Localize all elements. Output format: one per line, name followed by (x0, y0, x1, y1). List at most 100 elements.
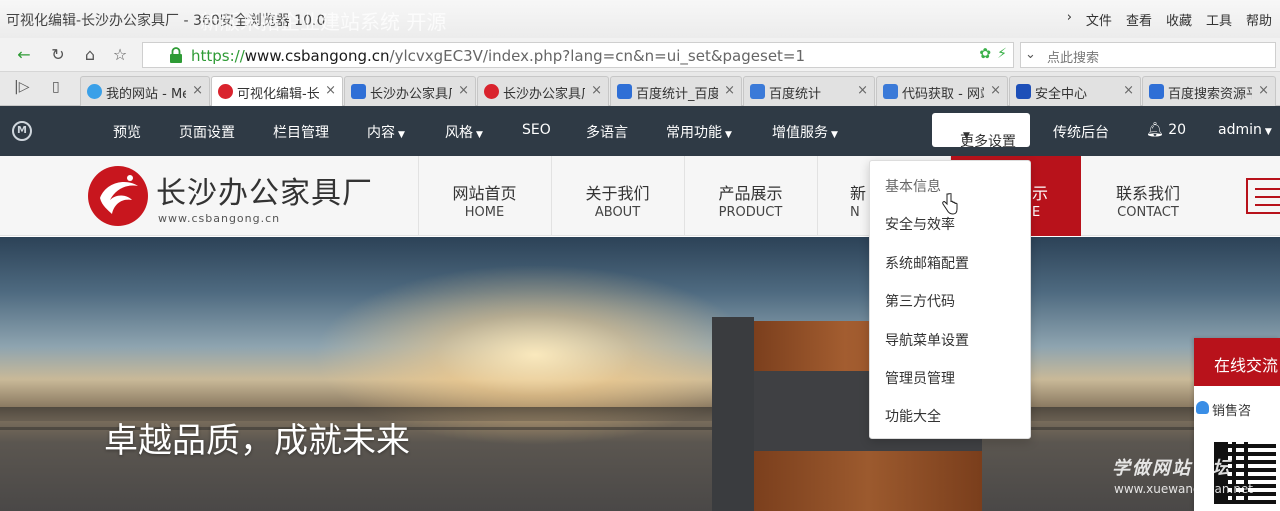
tab-favicon (1016, 84, 1031, 99)
hamburger-menu-icon[interactable] (1246, 178, 1280, 214)
close-icon[interactable]: × (724, 83, 735, 98)
nav-news[interactable]: 新 N (817, 156, 869, 236)
search-placeholder: 点此搜索 (1047, 51, 1100, 66)
dropdown-third-party-code[interactable]: 第三方代码 (885, 291, 955, 311)
chevron-right-icon[interactable]: › (1067, 10, 1072, 29)
close-icon[interactable]: × (1258, 83, 1269, 98)
nav-label-zh: 新 (850, 184, 867, 203)
tab-favicon (617, 84, 632, 99)
browser-titlebar: 可视化编辑-长沙办公家具厂 - 360安全浏览器 10.0 新版米拓企业建站系统… (0, 0, 1280, 38)
metinfo-logo-icon[interactable]: M (12, 121, 32, 141)
admin-multilanguage[interactable]: 多语言 (586, 122, 628, 142)
address-bar: ← ↻ ⌂ ☆ https://www.csbangong.cn/ylcvxgE… (0, 38, 1280, 72)
notification-count: 20 (1168, 122, 1187, 138)
close-icon[interactable]: × (591, 83, 602, 98)
chat-sales-link[interactable]: 销售咨 (1212, 400, 1251, 419)
more-settings-button[interactable]: 更多设置 ▼ (932, 113, 1030, 150)
dropdown-system-email[interactable]: 系统邮箱配置 (885, 253, 969, 273)
tab-my-site[interactable]: 我的网站 - Me × (80, 76, 210, 106)
tab-baidu-resource[interactable]: 百度搜索资源平 × (1142, 76, 1276, 106)
tab-label: 安全中心 (1035, 87, 1088, 102)
dropdown-nav-menu-settings[interactable]: 导航菜单设置 (885, 330, 969, 350)
dropdown-basic-info[interactable]: 基本信息 (885, 176, 941, 196)
brand-logo-icon[interactable] (86, 164, 150, 228)
admin-column-management[interactable]: 栏目管理 (273, 122, 329, 142)
close-icon[interactable]: × (458, 83, 469, 98)
qq-icon (1196, 401, 1209, 414)
nav-about[interactable]: 关于我们 ABOUT (551, 156, 683, 236)
caret-down-icon: ▼ (476, 130, 483, 140)
hero-banner: 卓越品质，成就未来 (0, 237, 1280, 511)
admin-common-functions-menu[interactable]: 常用功能 ▼ (666, 122, 732, 142)
close-icon[interactable]: × (325, 83, 336, 98)
sidebar-toggle-icon[interactable]: |▷ (14, 79, 29, 95)
tab-favicon (750, 84, 765, 99)
close-icon[interactable]: × (192, 83, 203, 98)
tab-label: 可视化编辑-长沙 (237, 87, 319, 102)
tab-code-fetch[interactable]: 代码获取 - 网站 × (876, 76, 1008, 106)
admin-content-menu[interactable]: 内容 ▼ (367, 122, 405, 142)
search-input[interactable]: ⌄ 点此搜索 (1020, 42, 1276, 68)
url-input[interactable]: https://www.csbangong.cn/ylcvxgEC3V/inde… (142, 42, 1014, 68)
lightning-icon[interactable]: ⚡ (997, 46, 1007, 62)
caret-down-icon: ▼ (831, 130, 838, 140)
admin-style-menu[interactable]: 风格 ▼ (445, 122, 483, 142)
watermark-url: www.xuewangzhan.net (1114, 482, 1254, 496)
dropdown-admin-management[interactable]: 管理员管理 (885, 368, 955, 388)
user-menu[interactable]: admin ▼ (1218, 122, 1272, 138)
menu-favorites[interactable]: 收藏 (1166, 10, 1192, 29)
tab-favicon (1149, 84, 1164, 99)
nav-label-en: N (850, 205, 860, 220)
nav-product[interactable]: 产品展示 PRODUCT (684, 156, 816, 236)
tab-security-center[interactable]: 安全中心 × (1009, 76, 1141, 106)
nav-label-en: PRODUCT (718, 205, 783, 220)
admin-value-added-label: 增值服务 (772, 125, 828, 141)
back-icon[interactable]: ← (12, 43, 36, 67)
hand-cursor-icon (942, 193, 958, 215)
tab-bar: |▷ ▯ 我的网站 - Me × 可视化编辑-长沙 × 长沙办公家具厂 × 长沙… (0, 72, 1280, 106)
tab-site-home[interactable]: 长沙办公家具厂 × (344, 76, 476, 106)
close-icon[interactable]: × (990, 83, 1001, 98)
tab-label: 长沙办公家具厂 (370, 87, 452, 102)
admin-page-settings[interactable]: 页面设置 (179, 122, 235, 142)
notifications-button[interactable]: 🔔︎ 20 (1146, 122, 1186, 138)
menu-tools[interactable]: 工具 (1206, 10, 1232, 29)
star-icon[interactable]: ☆ (108, 43, 132, 67)
home-icon[interactable]: ⌂ (78, 43, 102, 67)
admin-value-added-menu[interactable]: 增值服务 ▼ (772, 122, 838, 142)
tab-favicon (351, 84, 366, 99)
menu-file[interactable]: 文件 (1086, 10, 1112, 29)
watermark-text: 学做网站论坛 (1112, 458, 1232, 479)
admin-common-functions-label: 常用功能 (666, 125, 722, 141)
tab-favicon (484, 84, 499, 99)
url-domain: www.csbangong.cn (244, 47, 390, 65)
tab-visual-editor[interactable]: 可视化编辑-长沙 × (211, 76, 343, 106)
admin-seo[interactable]: SEO (522, 122, 551, 138)
window-title-overlay: 新版米拓企业建站系统 开源 (200, 10, 447, 34)
tab-label: 长沙办公家具厂 (503, 87, 585, 102)
classic-backend-link[interactable]: 传统后台 (1053, 122, 1109, 142)
tab-site-page[interactable]: 长沙办公家具厂 × (477, 76, 609, 106)
chevron-down-icon[interactable]: ⌄ (1025, 47, 1036, 62)
menu-help[interactable]: 帮助 (1246, 10, 1272, 29)
dropdown-all-functions[interactable]: 功能大全 (885, 406, 941, 426)
lock-icon (170, 47, 182, 63)
phone-icon[interactable]: ▯ (52, 79, 60, 95)
nav-home[interactable]: 网站首页 HOME (418, 156, 550, 236)
nav-label-en: E (1032, 205, 1041, 220)
speed-icon[interactable]: ✿ (979, 46, 991, 62)
admin-preview[interactable]: 预览 (113, 122, 141, 142)
refresh-icon[interactable]: ↻ (46, 43, 70, 67)
tab-baidu-tongji-2[interactable]: 百度统计 × (743, 76, 875, 106)
nav-label-en: ABOUT (594, 205, 641, 220)
close-icon[interactable]: × (1123, 83, 1134, 98)
dropdown-security-efficiency[interactable]: 安全与效率 (885, 214, 955, 234)
nav-label-zh: 关于我们 (585, 184, 650, 203)
nav-contact[interactable]: 联系我们 CONTACT (1082, 156, 1214, 236)
close-icon[interactable]: × (857, 83, 868, 98)
menu-view[interactable]: 查看 (1126, 10, 1152, 29)
caret-down-icon: ▼ (398, 130, 405, 140)
tab-baidu-tongji-1[interactable]: 百度统计_百度 × (610, 76, 742, 106)
url-actions: ✿ ⚡ (979, 46, 1007, 62)
chat-header: 在线交流 (1194, 338, 1280, 386)
